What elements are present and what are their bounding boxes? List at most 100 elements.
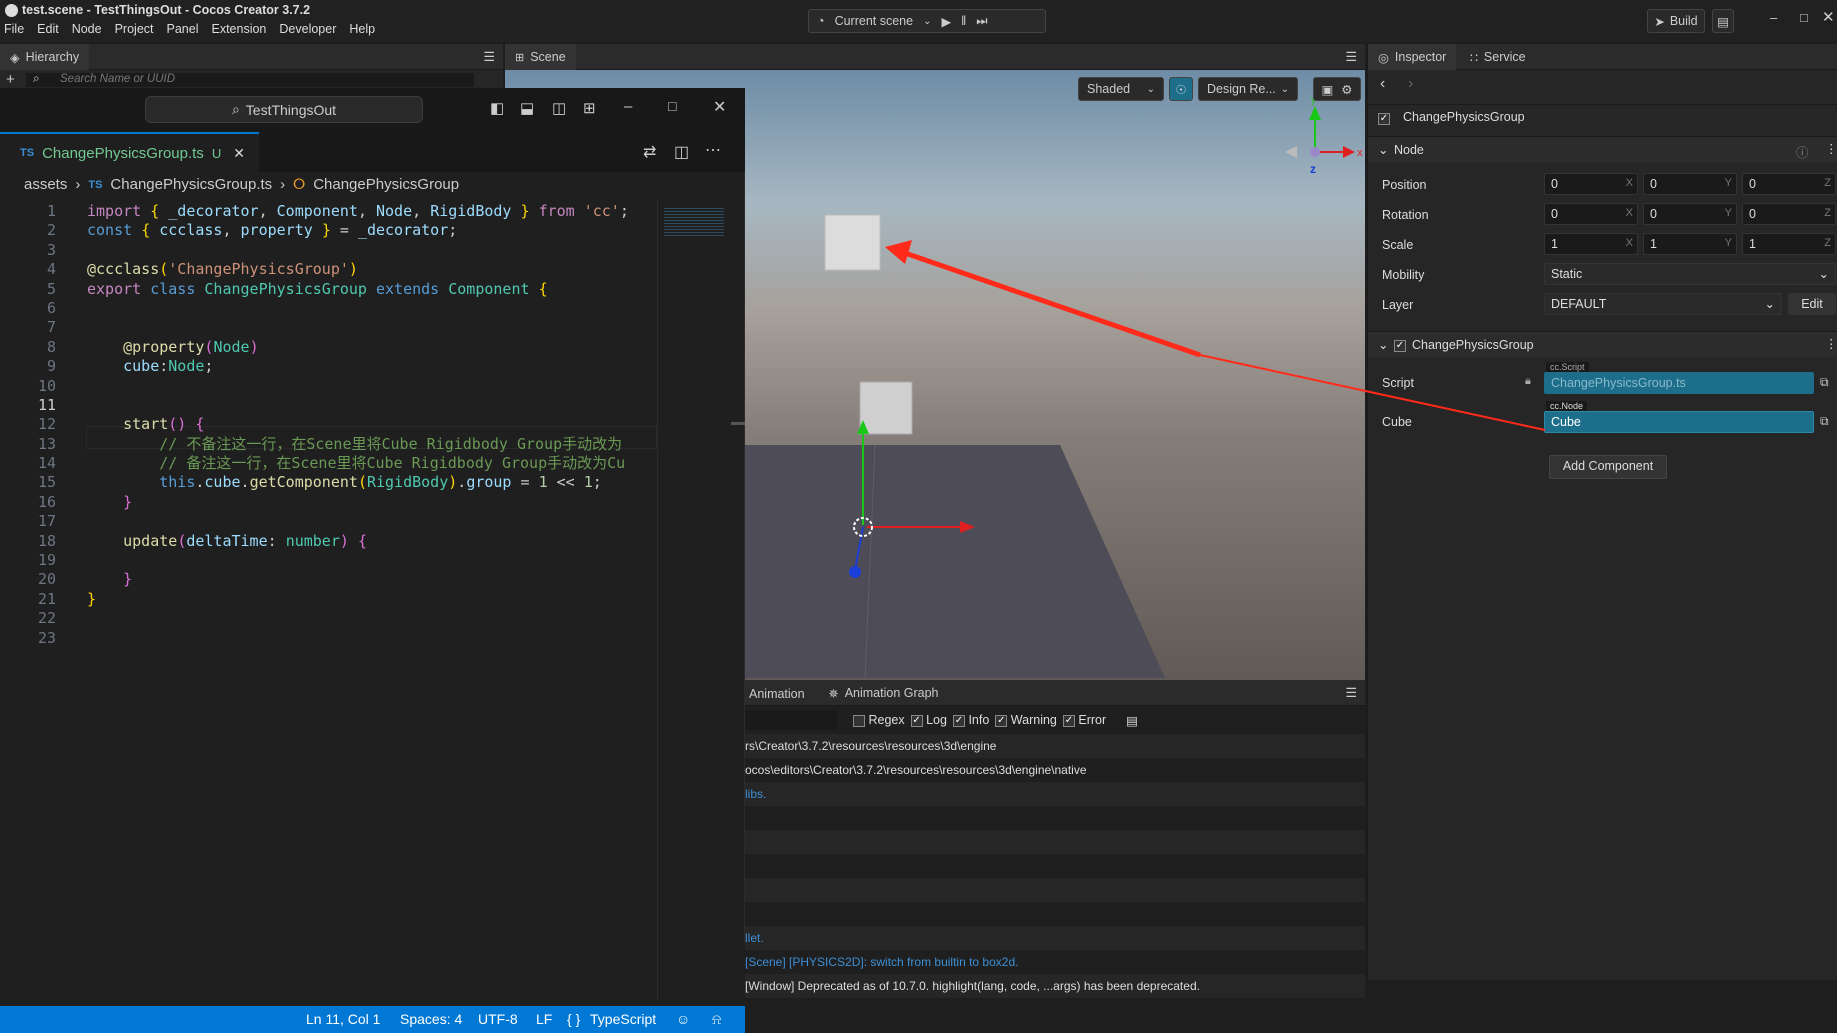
code-line[interactable]: ​: [87, 375, 657, 394]
code-line[interactable]: ​: [87, 239, 657, 258]
compare-changes-icon[interactable]: ⇄: [643, 142, 656, 162]
tab-animation[interactable]: Animation: [745, 681, 815, 707]
code-line[interactable]: ​: [87, 316, 657, 335]
cube-node-field[interactable]: Cube: [1544, 411, 1814, 433]
help-icon[interactable]: ⓘ: [1796, 142, 1809, 161]
code-line[interactable]: @ccclass('ChangePhysicsGroup'): [87, 258, 657, 278]
code-line[interactable]: // 不备注这一行，在Scene里将Cube Rigidbody Group手动…: [87, 433, 657, 453]
back-icon[interactable]: ‹: [1380, 75, 1385, 93]
tab-hierarchy[interactable]: ◈ Hierarchy: [0, 44, 90, 70]
light-toggle-button[interactable]: ☉: [1169, 77, 1193, 101]
breadcrumb-folder[interactable]: assets: [24, 176, 67, 193]
menu-file[interactable]: File: [4, 22, 24, 36]
layout-icon[interactable]: ⊞: [583, 99, 596, 117]
menu-icon[interactable]: ☰: [1345, 49, 1357, 65]
code-line[interactable]: ​: [87, 297, 657, 316]
position-z-input[interactable]: 0Z: [1742, 173, 1836, 195]
code-line[interactable]: cube:Node;: [87, 355, 657, 375]
tab-animation-graph[interactable]: ✵ Animation Graph: [818, 680, 948, 706]
code-line[interactable]: // 备注这一行，在Scene里将Cube Rigidbody Group手动改…: [87, 452, 657, 472]
error-checkbox[interactable]: ✓ Error: [1062, 713, 1106, 727]
code-line[interactable]: update(deltaTime: number) {: [87, 530, 657, 550]
code-line[interactable]: ​: [87, 627, 657, 646]
toggle-sidebar-icon[interactable]: ◧: [490, 99, 504, 117]
code-line[interactable]: }: [87, 568, 657, 588]
scrollbar-thumb[interactable]: [731, 422, 745, 425]
vertical-scrollbar[interactable]: [731, 200, 745, 1006]
code-line[interactable]: ​: [87, 549, 657, 568]
maximize-icon[interactable]: □: [1800, 10, 1808, 25]
menu-icon[interactable]: ☰: [483, 49, 495, 65]
locate-icon[interactable]: ⧉: [1820, 375, 1829, 390]
code-line[interactable]: ​: [87, 394, 657, 413]
minimize-icon[interactable]: –: [624, 98, 632, 115]
warning-checkbox[interactable]: ✓ Warning: [995, 713, 1057, 727]
position-y-input[interactable]: 0Y: [1643, 173, 1737, 195]
gizmo-z-handle[interactable]: [849, 566, 861, 578]
code-line[interactable]: start() {: [87, 413, 657, 433]
code-line[interactable]: @property(Node): [87, 336, 657, 356]
more-actions-icon[interactable]: ⋯: [705, 140, 721, 160]
forward-icon[interactable]: ›: [1408, 75, 1413, 93]
code-line[interactable]: export class ChangePhysicsGroup extends …: [87, 278, 657, 298]
menu-extension[interactable]: Extension: [211, 22, 266, 36]
position-x-input[interactable]: 0X: [1544, 173, 1638, 195]
code-line[interactable]: import { _decorator, Component, Node, Ri…: [87, 200, 657, 220]
code-line[interactable]: }: [87, 588, 657, 608]
camera-icon[interactable]: ▣: [1321, 82, 1333, 97]
breadcrumb-symbol[interactable]: ChangePhysicsGroup: [313, 176, 459, 193]
orientation-neg-x-cone[interactable]: [1285, 146, 1297, 158]
breadcrumb-file[interactable]: ChangePhysicsGroup.ts: [110, 176, 272, 193]
gear-icon[interactable]: ⚙: [1341, 82, 1352, 97]
play-icon[interactable]: ▶: [941, 14, 951, 29]
cube-physics[interactable]: [859, 381, 913, 435]
encoding[interactable]: UTF-8: [478, 1011, 518, 1027]
info-checkbox[interactable]: ✓ Info: [952, 713, 989, 727]
code-text[interactable]: import { _decorator, Component, Node, Ri…: [87, 200, 657, 646]
drop-icon[interactable]: ◔: [817, 14, 825, 28]
menu-developer[interactable]: Developer: [279, 22, 336, 36]
locate-icon[interactable]: ⧉: [1820, 414, 1829, 429]
code-line[interactable]: }: [87, 491, 657, 511]
language-mode[interactable]: TypeScript: [590, 1011, 656, 1027]
bell-icon[interactable]: ⍾: [712, 1011, 721, 1028]
rotation-y-input[interactable]: 0Y: [1643, 203, 1737, 225]
scale-y-input[interactable]: 1Y: [1643, 233, 1737, 255]
shading-select[interactable]: Shaded ⌄: [1078, 77, 1164, 101]
split-editor-icon[interactable]: ◫: [674, 142, 689, 162]
minimize-icon[interactable]: –: [1770, 10, 1777, 25]
clear-icon[interactable]: ▤: [1126, 713, 1138, 728]
hierarchy-search-input[interactable]: Search Name or UUID: [26, 73, 474, 87]
design-resolution-select[interactable]: Design Re... ⌄: [1198, 77, 1298, 101]
menu-panel[interactable]: Panel: [167, 22, 199, 36]
mobility-select[interactable]: Static ⌄: [1544, 263, 1836, 285]
rotation-z-input[interactable]: 0Z: [1742, 203, 1836, 225]
tab-changephysicsgroup[interactable]: TS ChangePhysicsGroup.ts U ✕: [0, 132, 259, 172]
tab-inspector[interactable]: ◎ Inspector: [1368, 44, 1457, 70]
menu-node[interactable]: Node: [72, 22, 102, 36]
folder-button[interactable]: ▤: [1712, 9, 1734, 33]
layer-edit-button[interactable]: Edit: [1788, 293, 1836, 315]
code-line[interactable]: const { ccclass, property } = _decorator…: [87, 219, 657, 239]
close-icon[interactable]: ✕: [1822, 8, 1835, 26]
minimap[interactable]: [657, 200, 731, 1000]
log-checkbox[interactable]: ✓ Log: [910, 713, 947, 727]
tab-service[interactable]: ∷ Service: [1460, 44, 1536, 70]
menu-icon[interactable]: ☰: [1345, 685, 1357, 701]
scale-x-input[interactable]: 1X: [1544, 233, 1638, 255]
close-icon[interactable]: ✕: [713, 97, 726, 117]
regex-checkbox[interactable]: Regex: [853, 713, 905, 727]
toggle-panel-icon[interactable]: ⬓: [520, 99, 534, 117]
console-search-input[interactable]: [745, 710, 837, 730]
add-component-button[interactable]: Add Component: [1549, 455, 1667, 479]
script-field[interactable]: ChangePhysicsGroup.ts: [1544, 372, 1814, 394]
menu-project[interactable]: Project: [115, 22, 154, 36]
node-active-checkbox[interactable]: ✓: [1378, 110, 1390, 125]
add-icon[interactable]: +: [6, 71, 15, 88]
code-line[interactable]: ​: [87, 607, 657, 626]
menu-edit[interactable]: Edit: [37, 22, 59, 36]
code-line[interactable]: this.cube.getComponent(RigidBody).group …: [87, 471, 657, 491]
build-button[interactable]: ➤ Build: [1647, 9, 1705, 33]
scale-z-input[interactable]: 1Z: [1742, 233, 1836, 255]
chevron-down-icon[interactable]: ⌄: [923, 16, 931, 27]
